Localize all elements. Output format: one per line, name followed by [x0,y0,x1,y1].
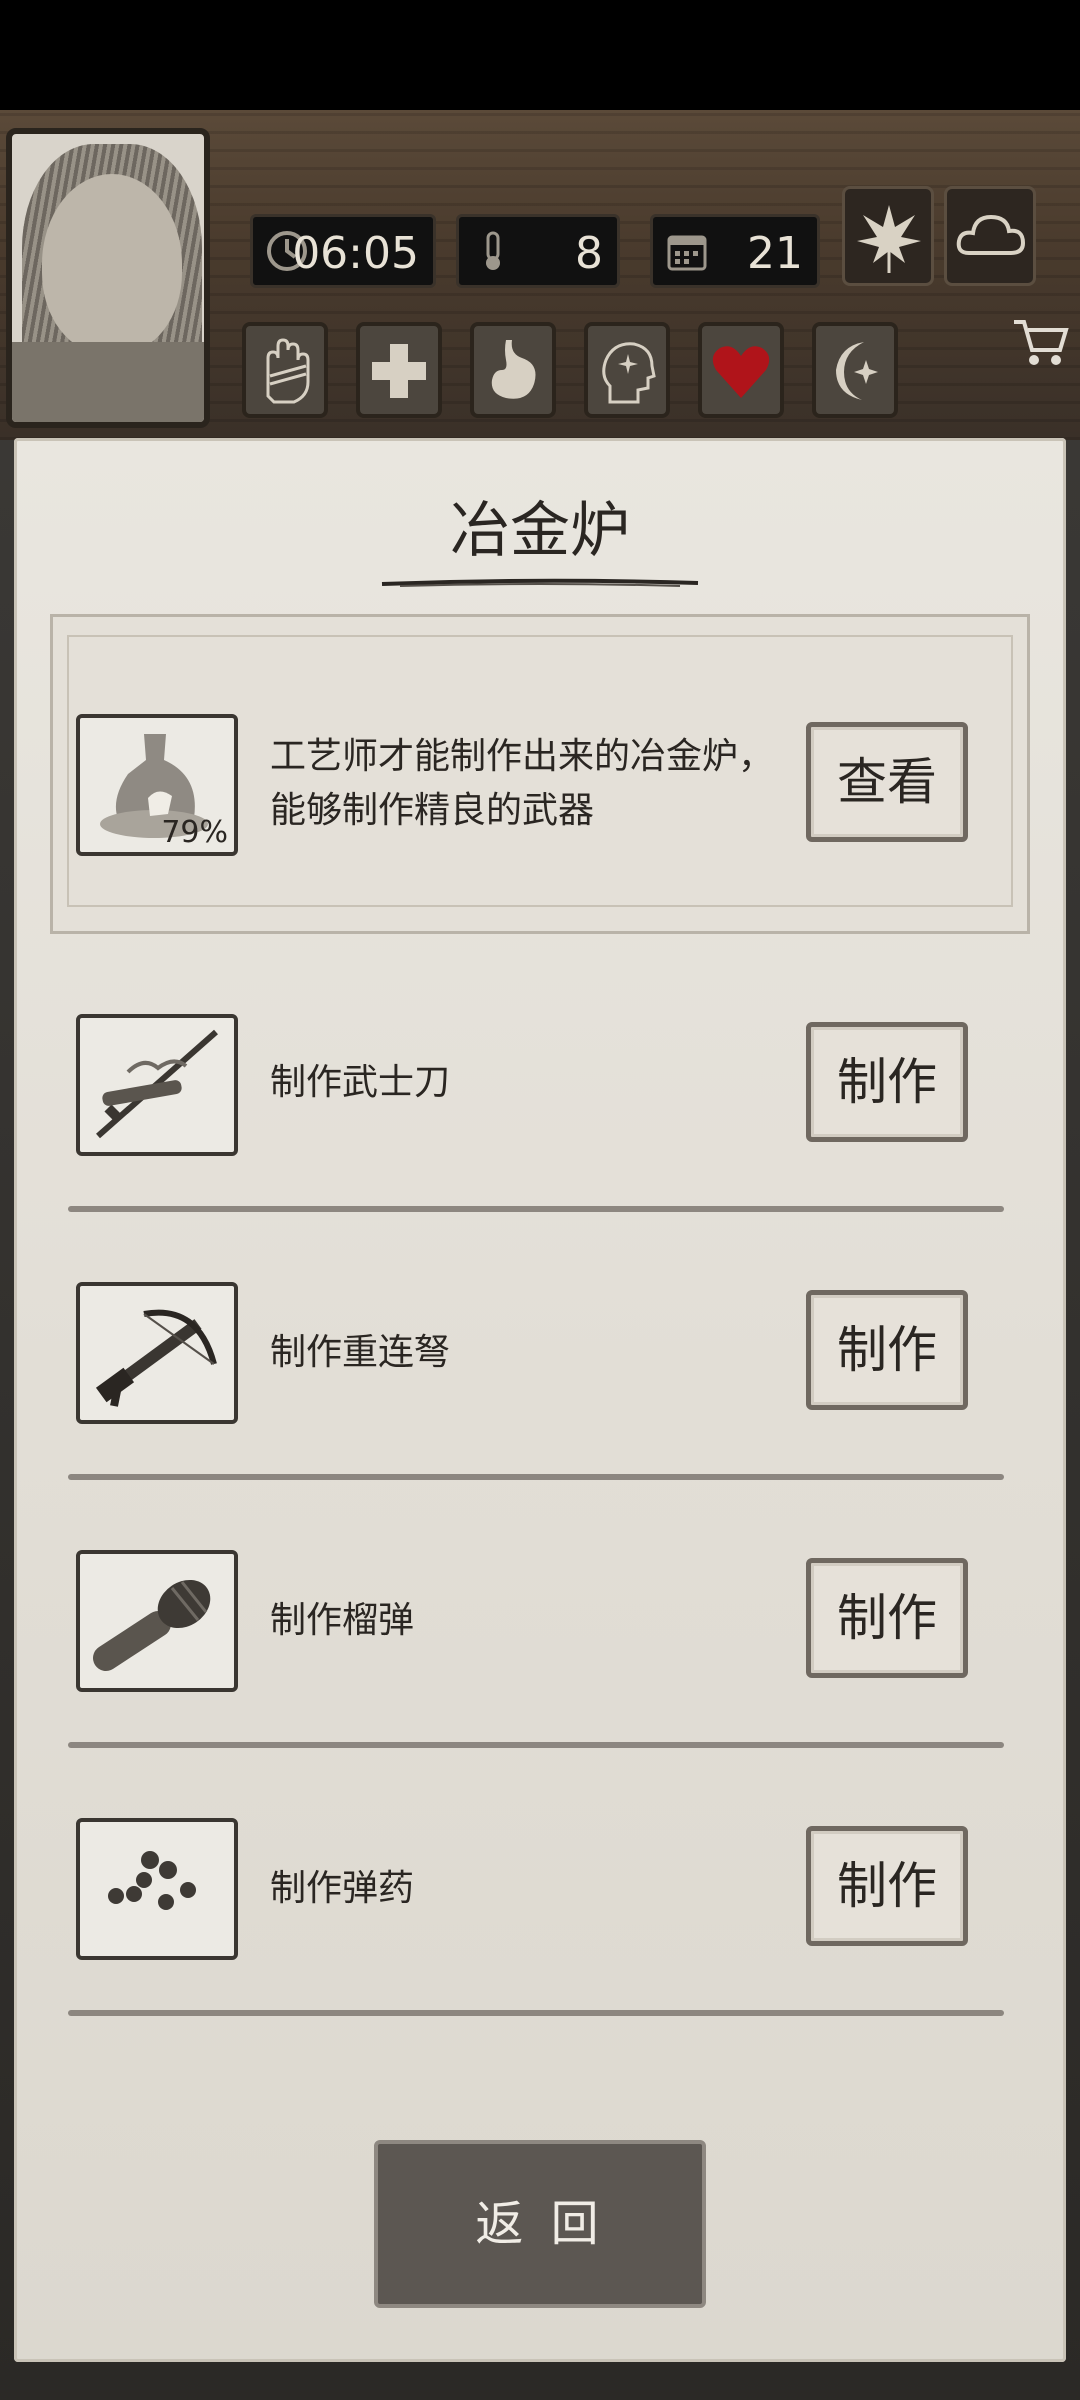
time-display: 06:05 [250,214,436,288]
katana-icon [96,1029,218,1139]
weather-button[interactable] [944,186,1036,286]
status-hand-bandage[interactable] [242,322,328,418]
hand-bandage-icon [266,338,310,404]
recipe-label-ammo: 制作弹药 [270,1868,415,1909]
furnace-description-line1: 工艺师才能制作出来的冶金炉， [270,736,775,777]
moon-star-icon [836,342,878,400]
recipe-label-grenade: 制作榴弹 [270,1600,415,1641]
cloud-icon [956,214,1026,255]
status-mind[interactable] [584,322,670,418]
craft-button-grenade[interactable]: 制作 [806,1558,968,1678]
crossbow-icon [95,1309,217,1407]
craft-button-katana[interactable]: 制作 [806,1022,968,1142]
status-health[interactable] [356,322,442,418]
panel-title: 冶金炉 [450,496,630,566]
crossbow-item-slot[interactable] [76,1282,238,1424]
status-bar [0,0,1080,110]
back-button[interactable]: 返 回 [374,2140,706,2308]
temperature-display: 8 [456,214,620,288]
cart-icon[interactable] [1010,312,1070,372]
furnace-progress: 79% [161,815,228,850]
time-value: 06:05 [292,228,419,279]
divider [68,1742,1004,1748]
furnace-description-line2: 能够制作精良的武器 [270,790,595,831]
day-display: 21 [650,214,820,288]
recipe-label-crossbow: 制作重连弩 [270,1332,451,1373]
heart-icon [712,346,770,398]
recipe-label-katana: 制作武士刀 [270,1062,451,1103]
divider [68,1206,1004,1212]
katana-item-slot[interactable] [76,1014,238,1156]
title-underline [381,578,699,587]
character-portrait[interactable] [6,128,210,428]
ammo-icon [108,1851,196,1910]
thermometer-icon [486,231,500,270]
stomach-icon [491,340,536,399]
furnace-description: 工艺师才能制作出来的冶金炉， 能够制作精良的武器 [270,730,774,838]
season-button[interactable] [842,186,934,286]
view-button[interactable]: 查看 [806,722,968,842]
divider [68,1474,1004,1480]
divider [68,2010,1004,2016]
grenade-icon [93,1579,211,1671]
ammo-item-slot[interactable] [76,1818,238,1960]
grenade-item-slot[interactable] [76,1550,238,1692]
furnace-item-slot[interactable]: 79% [76,714,238,856]
status-sleep[interactable] [812,322,898,418]
portrait-face [42,174,182,354]
craft-button-crossbow[interactable]: 制作 [806,1290,968,1410]
calendar-icon [667,235,707,271]
plus-icon [372,344,426,398]
temperature-value: 8 [575,228,603,279]
day-value: 21 [747,228,803,279]
head-sparkle-icon [602,342,656,404]
status-heart[interactable] [698,322,784,418]
craft-button-ammo[interactable]: 制作 [806,1826,968,1946]
portrait-shoulder [12,342,204,422]
leaf-icon [857,205,921,273]
status-hunger[interactable] [470,322,556,418]
